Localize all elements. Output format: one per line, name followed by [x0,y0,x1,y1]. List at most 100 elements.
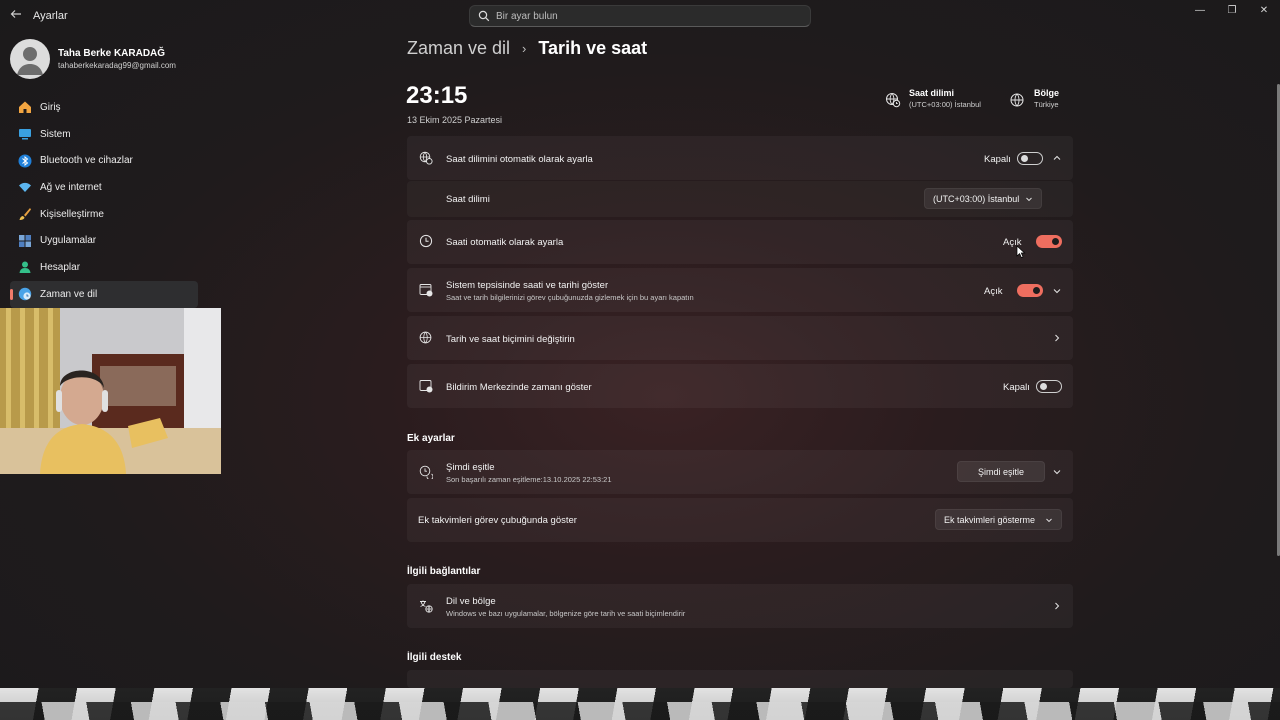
sidebar-item-label: Giriş [40,101,61,113]
sidebar-item-label: Bluetooth ve cihazlar [40,155,133,167]
chevron-up-icon[interactable] [1052,153,1062,163]
brush-icon [19,208,31,221]
sync-subtitle: Son başarılı zaman eşitleme:13.10.2025 2… [446,475,612,484]
breadcrumb: Zaman ve dil › Tarih ve saat [407,38,647,59]
profile-name: Taha Berke KARADAĞ [58,48,166,59]
sidebar-item-label: Ağ ve internet [40,181,102,193]
sidebar-item-time-language[interactable]: Zaman ve dil [10,280,198,308]
related-support-heading: İlgili destek [407,652,462,663]
tray-clock-toggle[interactable] [1017,284,1043,297]
related-links-heading: İlgili bağlantılar [407,566,481,577]
sidebar-item-personalization[interactable]: Kişiselleştirme [10,201,198,228]
sidebar-item-bluetooth[interactable]: Bluetooth ve cihazlar [10,147,198,174]
avatar [10,39,50,79]
auto-timezone-setting[interactable]: Saat dilimini otomatik olarak ayarla Kap… [407,136,1073,180]
chevron-right-icon [1055,334,1060,342]
chevron-right-icon: › [522,41,527,56]
timezone-globe-icon [419,151,433,165]
tray-clock-setting[interactable]: Sistem tepsisinde saati ve tarihi göster… [407,268,1073,312]
bluetooth-icon [18,154,32,168]
sidebar-item-label: Kişiselleştirme [40,208,104,220]
sidebar-item-label: Sistem [40,128,71,140]
taskbar-clock-icon [419,284,433,297]
profile-email: tahaberkekaradag99@gmail.com [58,61,176,70]
chevron-down-icon[interactable] [1052,467,1062,477]
sidebar-item-network[interactable]: Ağ ve internet [10,174,198,201]
chevron-down-icon [1026,197,1032,202]
timezone-summary: Saat dilimi (UTC+03:00) İstanbul [885,88,981,109]
timezone-row: Saat dilimi (UTC+03:00) İstanbul [407,181,1073,217]
timezone-label: Saat dilimi [909,88,955,98]
sidebar-item-system[interactable]: Sistem [10,121,198,148]
sync-clock-icon [419,465,433,479]
extra-calendars-dropdown[interactable]: Ek takvimleri gösterme [935,509,1062,530]
sync-now-button[interactable]: Şimdi eşitle [957,461,1045,482]
region-label: Bölge [1034,88,1060,98]
auto-time-setting[interactable]: Saati otomatik olarak ayarla Açık [407,220,1073,264]
notification-time-title: Bildirim Merkezinde zamanı göster [446,382,592,393]
sidebar-nav: Giriş Sistem Bluetooth ve cihazlar Ağ ve… [10,94,198,308]
notification-time-setting[interactable]: Bildirim Merkezinde zamanı göster Kapalı [407,364,1073,408]
minimize-button[interactable]: — [1184,0,1216,22]
timezone-dropdown[interactable]: (UTC+03:00) İstanbul [924,188,1042,209]
sidebar-item-label: Hesaplar [40,261,81,273]
notification-time-toggle[interactable] [1036,380,1062,393]
region-value: Türkiye [1034,100,1059,109]
extra-calendars-setting[interactable]: Ek takvimleri görev çubuğunda göster Ek … [407,498,1073,542]
notification-time-state: Kapalı [1003,382,1030,393]
chevron-down-icon [1046,518,1052,523]
tray-clock-subtitle: Saat ve tarih bilgilerinizi görev çubuğu… [446,293,694,302]
date-format-title: Tarih ve saat biçimini değiştirin [446,334,575,345]
chevron-down-icon[interactable] [1052,286,1062,296]
sidebar-item-accounts[interactable]: Hesaplar [10,254,198,281]
language-region-title: Dil ve bölge [446,596,496,607]
extra-settings-heading: Ek ayarlar [407,433,455,444]
extra-calendars-title: Ek takvimleri görev çubuğunda göster [418,515,577,526]
close-button[interactable]: ✕ [1248,0,1280,22]
search-input[interactable]: Bir ayar bulun [469,5,811,27]
mouse-cursor-icon [1016,245,1026,259]
auto-timezone-state: Kapalı [984,154,1011,165]
time-language-icon [18,287,32,301]
sidebar-item-apps[interactable]: Uygulamalar [10,227,198,254]
search-placeholder: Bir ayar bulun [496,11,558,22]
search-icon [478,10,490,22]
accounts-icon [19,261,31,274]
maximize-button[interactable]: ❐ [1216,0,1248,22]
background-floor [0,688,1280,720]
timezone-row-title: Saat dilimi [446,194,490,205]
globe-icon [1010,93,1024,107]
region-summary: Bölge Türkiye [1010,88,1059,109]
extra-calendars-value: Ek takvimleri gösterme [944,514,1036,525]
sidebar-item-home[interactable]: Giriş [10,94,198,121]
support-item-partial[interactable] [407,670,1073,688]
language-region-subtitle: Windows ve bazı uygulamalar, bölgenize g… [446,609,686,618]
network-icon [19,183,31,193]
title-bar: Ayarlar Bir ayar bulun — ❐ ✕ [0,0,1280,32]
system-icon [19,129,31,140]
notification-clock-icon [419,380,433,393]
auto-time-toggle[interactable] [1036,235,1062,248]
tray-clock-title: Sistem tepsisinde saati ve tarihi göster [446,280,609,291]
current-time: 23:15 [406,82,468,109]
back-arrow-icon[interactable] [8,8,24,24]
date-format-setting[interactable]: Tarih ve saat biçimini değiştirin [407,316,1073,360]
globe-settings-icon [419,331,432,344]
sync-title: Şimdi eşitle [446,462,495,473]
home-icon [19,101,31,114]
timezone-value: (UTC+03:00) İstanbul [909,100,981,109]
sync-now-setting[interactable]: Şimdi eşitle Son başarılı zaman eşitleme… [407,450,1073,494]
breadcrumb-parent[interactable]: Zaman ve dil [407,38,510,59]
apps-icon [19,234,31,247]
auto-timezone-toggle[interactable] [1017,152,1043,165]
current-date: 13 Ekim 2025 Pazartesi [407,115,503,125]
sidebar-item-label: Zaman ve dil [40,288,98,300]
auto-timezone-title: Saat dilimini otomatik olarak ayarla [446,154,593,165]
app-title: Ayarlar [33,10,68,22]
sidebar-item-label: Uygulamalar [40,235,97,247]
language-region-link[interactable]: Dil ve bölge Windows ve bazı uygulamalar… [407,584,1073,628]
page-title: Tarih ve saat [538,38,648,58]
timezone-globe-icon [886,93,901,108]
clock-icon [419,234,433,248]
timezone-dropdown-value: (UTC+03:00) İstanbul [933,193,1020,204]
